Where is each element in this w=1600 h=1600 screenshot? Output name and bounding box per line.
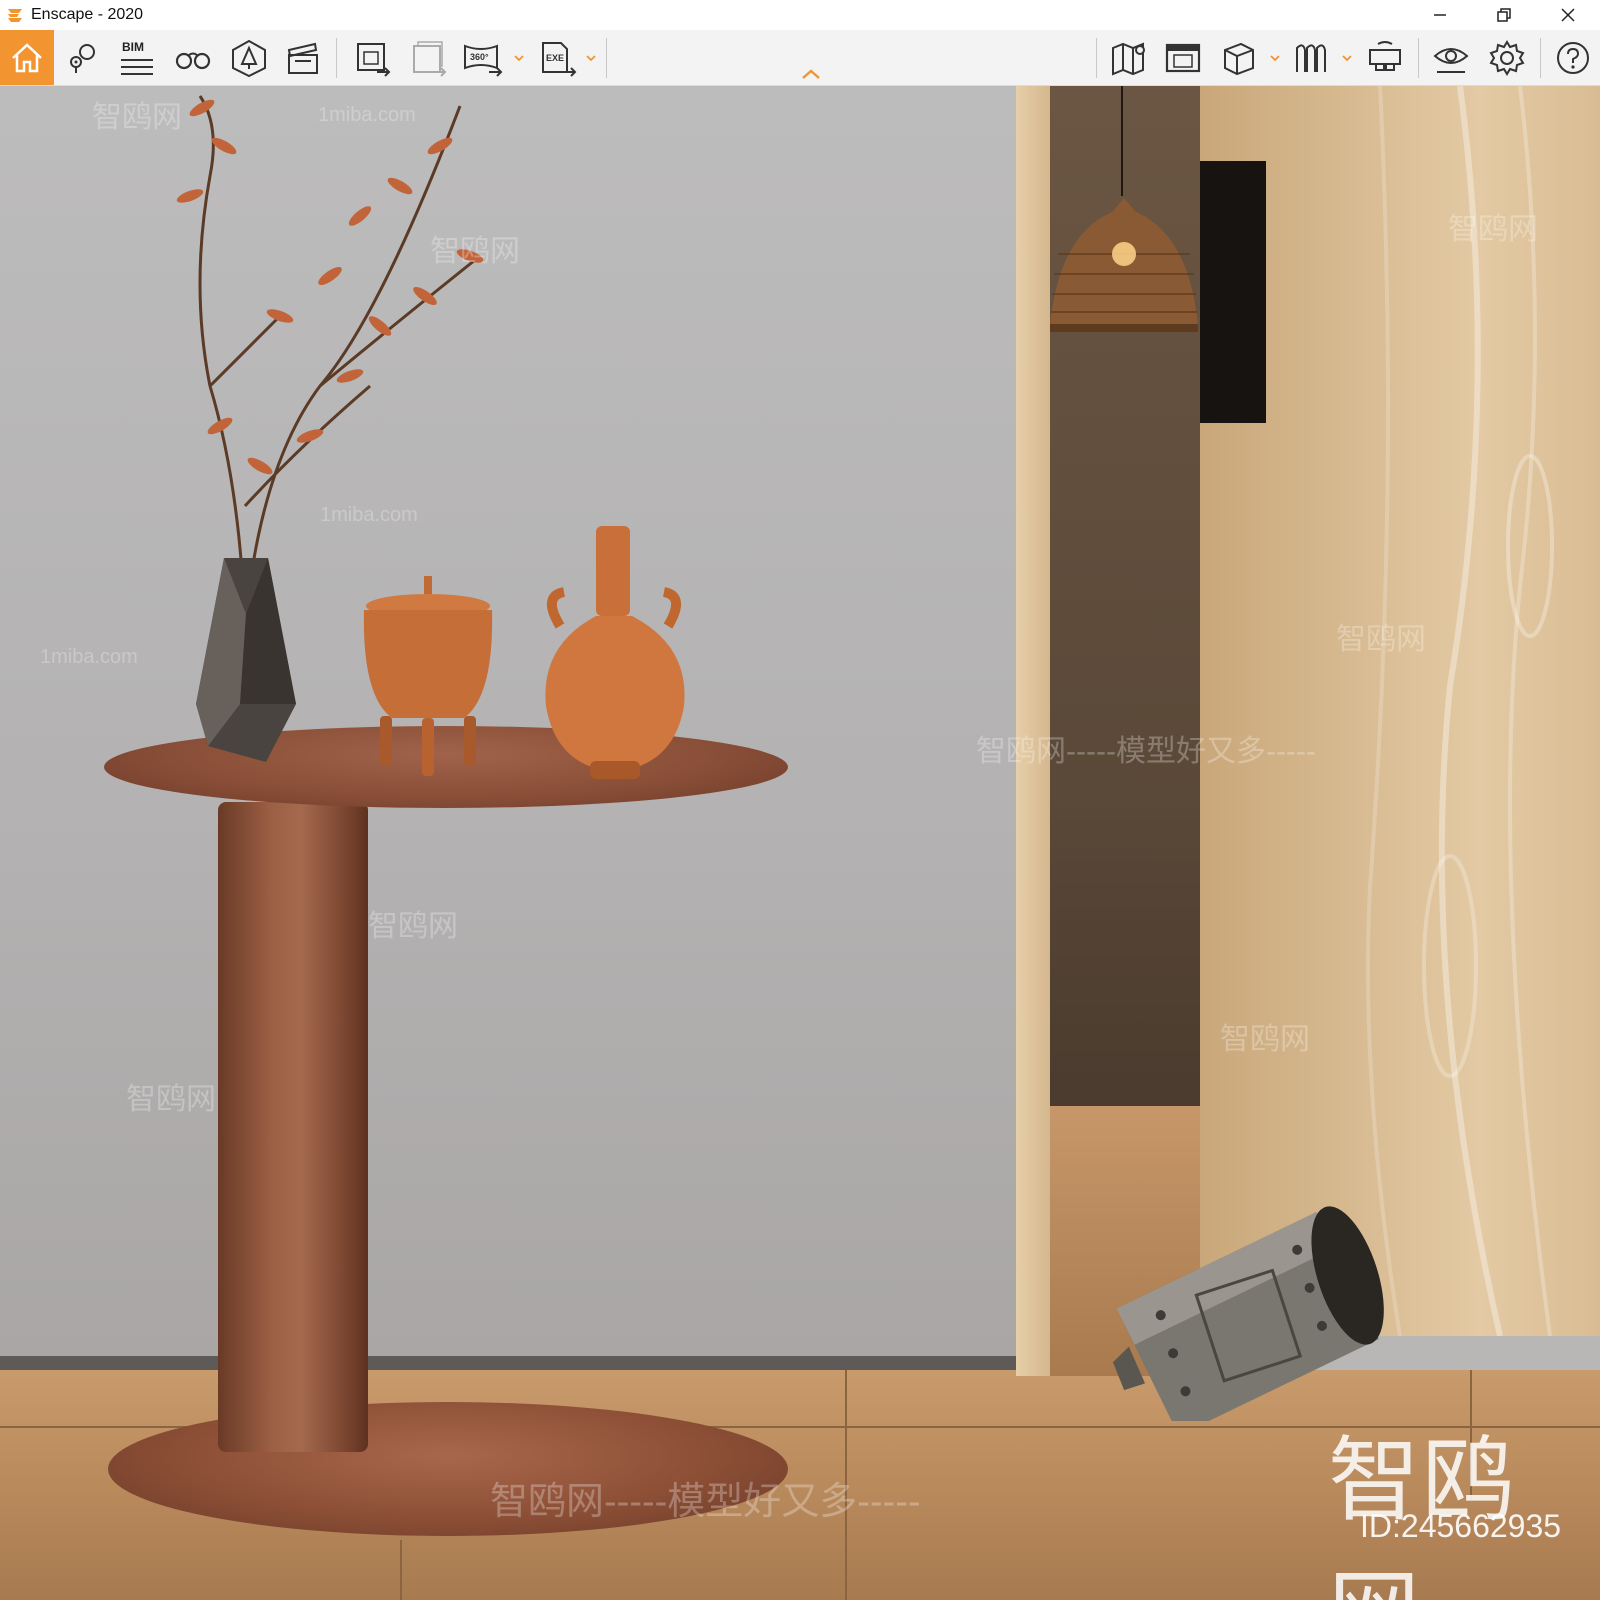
bim-button[interactable]: BIM xyxy=(110,30,164,85)
window-controls xyxy=(1408,0,1600,30)
help-icon xyxy=(1557,41,1589,74)
skirting-board xyxy=(0,1356,1016,1370)
exe-export-button[interactable]: EXE xyxy=(530,30,584,85)
watermark-text: 智鸥网 xyxy=(126,1083,216,1116)
cube-icon xyxy=(1224,42,1254,75)
web-standalone-button[interactable] xyxy=(1156,30,1210,85)
watermark-text: 1miba.com xyxy=(320,504,418,526)
watermark-text: 智鸥网 xyxy=(368,910,458,943)
asset-library-button[interactable] xyxy=(222,30,276,85)
watermark-text: 智鸥网-----模型好又多----- xyxy=(976,735,1316,768)
watermark-text: 智鸥网 xyxy=(1448,213,1538,246)
chevron-down-icon xyxy=(586,55,596,62)
cube-view-button[interactable] xyxy=(1212,30,1266,85)
restore-button[interactable] xyxy=(1472,0,1536,30)
render-viewport[interactable]: 1miba.com 智鸥网 智鸥网 1miba.com 1miba.com 智鸥… xyxy=(0,86,1600,1600)
toolbar-separator xyxy=(1096,38,1097,78)
watermark-text: 1miba.com xyxy=(318,104,416,126)
watermark-text: 智鸥网 xyxy=(1220,1023,1310,1056)
map-icon xyxy=(1112,42,1145,75)
faceted-vase xyxy=(196,558,296,762)
svg-text:EXE: EXE xyxy=(546,53,564,63)
views-button[interactable] xyxy=(56,30,110,85)
panorama-dropdown[interactable] xyxy=(512,48,526,68)
asset-library-icon xyxy=(232,39,266,77)
clapperboard-icon xyxy=(287,42,318,74)
vr-mode-icon xyxy=(1296,43,1326,72)
id-watermark: ID:245662935 xyxy=(1360,1508,1562,1544)
minimize-button[interactable] xyxy=(1408,0,1472,30)
vr-mode-dropdown[interactable] xyxy=(1340,48,1354,68)
gear-icon xyxy=(1489,39,1525,76)
chevron-down-icon xyxy=(1342,55,1352,62)
video-editor-button[interactable] xyxy=(276,30,330,85)
watermark-text: 智鸥网-----模型好又多----- xyxy=(490,1481,921,1523)
binoculars-button[interactable] xyxy=(166,30,220,85)
title-bar: Enscape - 2020 xyxy=(0,0,1600,30)
bronze-bell xyxy=(1112,1206,1384,1421)
close-icon xyxy=(1561,8,1575,22)
chevron-down-icon xyxy=(1270,55,1280,62)
svg-text:360°: 360° xyxy=(470,52,489,62)
table-pedestal xyxy=(218,802,368,1452)
toolbar-separator xyxy=(336,38,337,78)
restore-icon xyxy=(1497,8,1511,22)
brand-watermark: 智鸥网 xyxy=(1328,1430,1517,1600)
headset-icon xyxy=(1369,40,1401,71)
black-trim xyxy=(1200,161,1266,423)
chevron-down-icon xyxy=(514,55,524,62)
batch-render-icon xyxy=(413,40,447,77)
bottle-vase xyxy=(545,526,685,779)
map-button[interactable] xyxy=(1102,30,1156,85)
eye-settings-icon xyxy=(1433,47,1469,73)
bim-label: BIM xyxy=(122,40,144,54)
exe-export-icon: EXE xyxy=(542,41,577,77)
exe-export-dropdown[interactable] xyxy=(584,48,598,68)
visual-settings-button[interactable] xyxy=(1424,30,1478,85)
lidded-jar xyxy=(363,576,493,776)
pendant-lamp xyxy=(1050,198,1198,332)
web-standalone-icon xyxy=(1165,43,1201,72)
views-pin-icon xyxy=(70,43,95,73)
enscape-logo-icon xyxy=(8,9,22,22)
watermark-text: 1miba.com xyxy=(40,646,138,668)
vr-headset-button[interactable] xyxy=(1358,30,1412,85)
watermark-text: 智鸥网 xyxy=(430,235,520,268)
toolbar-separator xyxy=(1540,38,1541,78)
help-button[interactable] xyxy=(1546,30,1600,85)
toolbar-separator xyxy=(606,38,607,78)
close-button[interactable] xyxy=(1536,0,1600,30)
watermark-text: 智鸥网 xyxy=(1336,623,1426,656)
panorama-button[interactable]: 360° xyxy=(456,30,510,85)
collapse-toolbar-icon[interactable] xyxy=(798,66,824,82)
minimize-icon xyxy=(1434,14,1446,16)
cube-view-dropdown[interactable] xyxy=(1268,48,1282,68)
watermark-text: 智鸥网 xyxy=(92,101,182,134)
home-icon xyxy=(12,42,42,72)
lamp-cord xyxy=(1121,86,1123,196)
vr-mode-button[interactable] xyxy=(1284,30,1338,85)
batch-render-button[interactable] xyxy=(402,30,456,85)
screenshot-button[interactable] xyxy=(346,30,400,85)
toolbar-separator xyxy=(1418,38,1419,78)
home-button[interactable] xyxy=(0,30,54,85)
binoculars-icon xyxy=(175,52,211,69)
screenshot-export-icon xyxy=(357,42,391,77)
panorama-360-icon: 360° xyxy=(464,44,503,77)
main-toolbar: BIM 360° EXE xyxy=(0,30,1600,86)
general-settings-button[interactable] xyxy=(1480,30,1534,85)
window-title: Enscape - 2020 xyxy=(31,6,144,23)
